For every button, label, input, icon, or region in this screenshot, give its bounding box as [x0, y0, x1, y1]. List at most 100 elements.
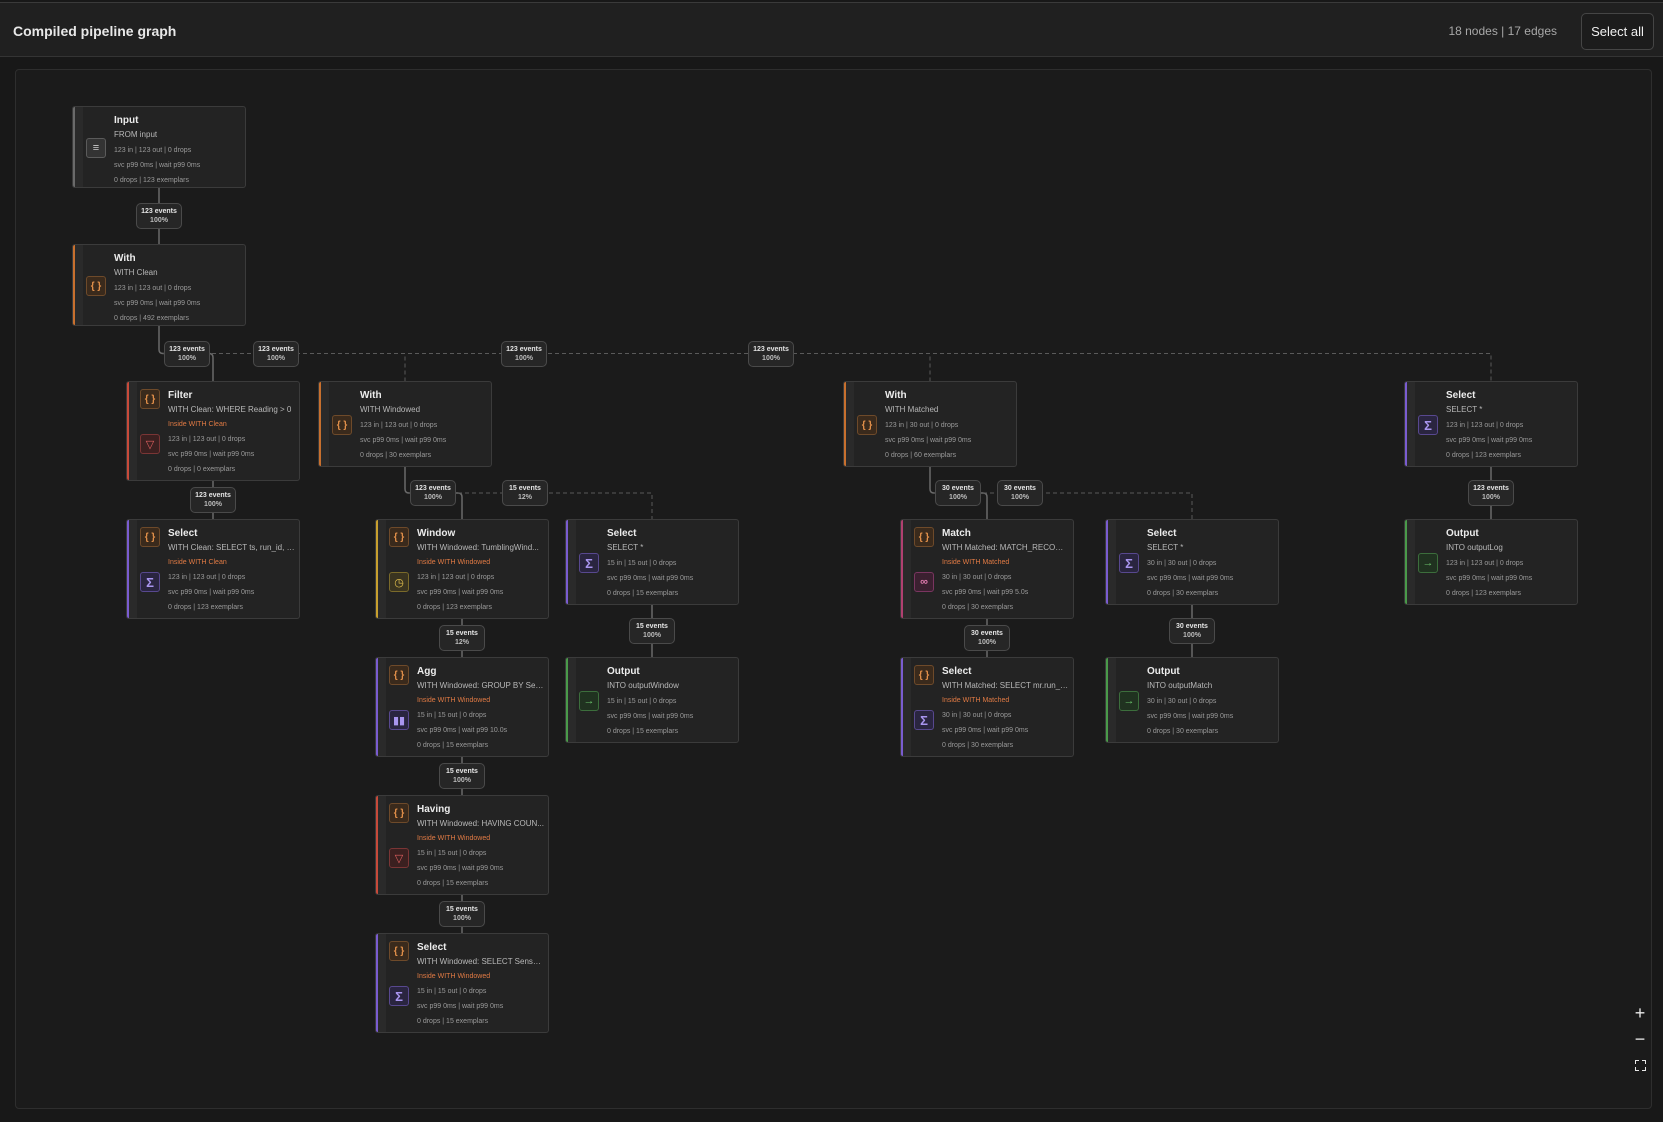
- pipeline-node-output[interactable]: → Output INTO outputLog 123 in | 123 out | …: [1404, 519, 1578, 605]
- edge-event-count: 123 events: [1473, 485, 1509, 492]
- node-exemplars: 0 drops | 60 exemplars: [885, 452, 957, 459]
- node-scope-note: Inside WITH Clean: [168, 421, 227, 428]
- pipeline-node-filter[interactable]: { } ▽ Filter WITH Clean: WHERE Reading > 0 I…: [126, 381, 300, 481]
- filter-icon: ▽: [389, 848, 409, 868]
- node-strip: [1108, 658, 1116, 742]
- node-latency: svc p99 0ms | wait p99 0ms: [168, 451, 255, 458]
- node-exemplars: 0 drops | 15 exemplars: [607, 728, 679, 735]
- edge-label: 123 events 100%: [1468, 480, 1514, 506]
- node-title: Output: [1446, 528, 1479, 539]
- node-latency: svc p99 0ms | wait p99 0ms: [942, 727, 1029, 734]
- pipeline-node-agg[interactable]: { } ▮▮ Agg WITH Windowed: GROUP BY Sens... I…: [375, 657, 549, 757]
- pipeline-node-select[interactable]: { } Σ Select WITH Windowed: SELECT SensorI.…: [375, 933, 549, 1033]
- edge-event-count: 30 events: [1004, 485, 1036, 492]
- edge-percentage: 100%: [453, 777, 471, 784]
- output-icon: →: [1418, 553, 1438, 573]
- sigma-icon: Σ: [914, 710, 934, 730]
- node-exemplars: 0 drops | 30 exemplars: [1147, 728, 1219, 735]
- pipeline-node-input[interactable]: ≡ Input FROM input 123 in | 123 out | 0 dro…: [72, 106, 246, 188]
- output-icon: →: [1119, 691, 1139, 711]
- pipeline-node-with[interactable]: { } With WITH Clean 123 in | 123 out | 0 dr…: [72, 244, 246, 326]
- pipeline-node-with[interactable]: { } With WITH Windowed 123 in | 123 out | 0…: [318, 381, 492, 467]
- match-icon: ∞: [914, 572, 934, 592]
- node-exemplars: 0 drops | 30 exemplars: [942, 742, 1014, 749]
- node-scope-note: Inside WITH Windowed: [417, 559, 491, 566]
- node-exemplars: 0 drops | 15 exemplars: [417, 742, 489, 749]
- node-title: Select: [607, 528, 637, 539]
- node-throughput: 15 in | 15 out | 0 drops: [607, 698, 677, 705]
- node-latency: svc p99 0ms | wait p99 0ms: [114, 162, 201, 169]
- node-latency: svc p99 0ms | wait p99 0ms: [607, 575, 694, 582]
- select-all-button[interactable]: Select all: [1581, 13, 1654, 50]
- edge-event-count: 123 events: [141, 208, 177, 215]
- node-text: Select SELECT * 30 in | 30 out | 0 drops sv…: [1147, 528, 1274, 598]
- node-exemplars: 0 drops | 30 exemplars: [360, 452, 432, 459]
- node-throughput: 123 in | 123 out | 0 drops: [114, 285, 192, 292]
- edge-percentage: 100%: [204, 501, 222, 508]
- node-strip: [129, 382, 137, 480]
- node-exemplars: 0 drops | 0 exemplars: [168, 466, 236, 473]
- sigma-icon: Σ: [1119, 553, 1139, 573]
- node-throughput: 123 in | 123 out | 0 drops: [417, 574, 495, 581]
- node-title: Agg: [417, 666, 437, 677]
- node-strip: [1108, 520, 1116, 604]
- pipeline-node-select[interactable]: { } Σ Select WITH Matched: SELECT mr.run_id…: [900, 657, 1074, 757]
- node-text: Output INTO outputWindow 15 in | 15 out | …: [607, 666, 734, 736]
- node-title: Having: [417, 804, 451, 815]
- zoom-in-button[interactable]: +: [1629, 1002, 1651, 1024]
- node-text: Select SELECT * 123 in | 123 out | 0 drops…: [1446, 390, 1573, 460]
- node-text: With WITH Windowed 123 in | 123 out | 0 dr…: [360, 390, 487, 460]
- node-exemplars: 0 drops | 15 exemplars: [607, 590, 679, 597]
- node-latency: svc p99 0ms | wait p99 5.0s: [942, 589, 1029, 596]
- pipeline-node-window[interactable]: { } ◷ Window WITH Windowed: TumblingWind...…: [375, 519, 549, 619]
- node-icons: ≡: [86, 107, 110, 187]
- node-strip: [75, 107, 83, 187]
- pipeline-node-output[interactable]: → Output INTO outputWindow 15 in | 15 out |…: [565, 657, 739, 743]
- fit-view-button[interactable]: [1629, 1054, 1651, 1076]
- node-strip: [568, 658, 576, 742]
- pipeline-node-output[interactable]: → Output INTO outputMatch 30 in | 30 out | …: [1105, 657, 1279, 743]
- node-subtitle: INTO outputMatch: [1147, 681, 1213, 690]
- zoom-out-button[interactable]: −: [1629, 1028, 1651, 1050]
- node-scope-note: Inside WITH Windowed: [417, 835, 491, 842]
- pipeline-node-select[interactable]: { } Σ Select WITH Clean: SELECT ts, run_id,…: [126, 519, 300, 619]
- node-strip: [846, 382, 854, 466]
- node-strip: [378, 934, 386, 1032]
- node-scope-note: Inside WITH Clean: [168, 559, 227, 566]
- node-icons: { }: [86, 245, 110, 325]
- pipeline-node-select[interactable]: Σ Select SELECT * 15 in | 15 out | 0 drops s…: [565, 519, 739, 605]
- pipeline-node-with[interactable]: { } With WITH Matched 123 in | 30 out | 0 d…: [843, 381, 1017, 467]
- pipeline-node-select[interactable]: Σ Select SELECT * 123 in | 123 out | 0 drop…: [1404, 381, 1578, 467]
- node-text: Select WITH Clean: SELECT ts, run_id, Se.…: [168, 528, 295, 612]
- node-subtitle: WITH Clean: [114, 268, 158, 277]
- node-title: With: [114, 253, 136, 264]
- edge-event-count: 123 events: [415, 485, 451, 492]
- edge-label: 15 events 12%: [439, 625, 485, 651]
- braces-icon: { }: [389, 665, 409, 685]
- edge-label: 123 events 100%: [253, 340, 299, 367]
- node-latency: svc p99 0ms | wait p99 0ms: [168, 589, 255, 596]
- node-text: With WITH Clean 123 in | 123 out | 0 drops…: [114, 253, 241, 323]
- node-subtitle: SELECT *: [1147, 543, 1184, 552]
- braces-icon: { }: [914, 665, 934, 685]
- node-throughput: 30 in | 30 out | 0 drops: [1147, 560, 1217, 567]
- edge-percentage: 100%: [949, 494, 967, 501]
- node-title: Select: [417, 942, 447, 953]
- node-title: With: [885, 390, 907, 401]
- pipeline-node-select[interactable]: Σ Select SELECT * 30 in | 30 out | 0 drops s…: [1105, 519, 1279, 605]
- sigma-icon: Σ: [389, 986, 409, 1006]
- node-text: Agg WITH Windowed: GROUP BY Sens... Inside…: [417, 666, 544, 750]
- node-subtitle: WITH Windowed: SELECT SensorI...: [417, 957, 544, 966]
- node-text: Select WITH Matched: SELECT mr.run_id,...…: [942, 666, 1069, 750]
- node-icons: { } ▽: [140, 382, 164, 480]
- node-strip: [1407, 520, 1415, 604]
- edge-event-count: 30 events: [1176, 623, 1208, 630]
- edge-label: 30 events 100%: [997, 480, 1043, 506]
- graph-canvas[interactable]: ≡ Input FROM input 123 in | 123 out | 0 dro…: [15, 69, 1652, 1109]
- graph-stats: 18 nodes | 17 edges: [1448, 24, 1557, 38]
- edge-event-count: 15 events: [446, 768, 478, 775]
- pipeline-node-having[interactable]: { } ▽ Having WITH Windowed: HAVING COUN... I…: [375, 795, 549, 895]
- node-strip: [321, 382, 329, 466]
- edge-event-count: 15 events: [509, 485, 541, 492]
- pipeline-node-match[interactable]: { } ∞ Match WITH Matched: MATCH_RECOGNI... I…: [900, 519, 1074, 619]
